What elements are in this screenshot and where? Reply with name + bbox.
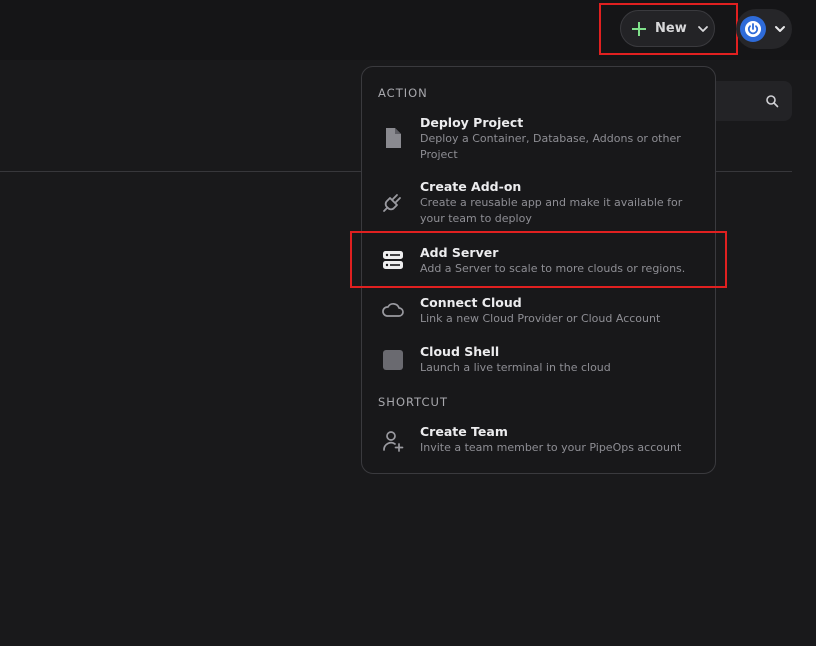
account-menu-button[interactable] (736, 9, 792, 49)
chevron-down-icon (697, 25, 708, 32)
user-plus-icon (383, 431, 404, 452)
menu-item-create-team[interactable]: Create Team Invite a team member to your… (362, 422, 715, 462)
section-label-action: ACTION (378, 86, 428, 100)
plus-icon (632, 21, 646, 36)
file-icon (386, 128, 401, 148)
chevron-down-icon (775, 26, 785, 32)
menu-item-connect-cloud[interactable]: Connect Cloud Link a new Cloud Provider … (362, 293, 715, 333)
search-icon[interactable] (765, 94, 779, 108)
menu-item-description: Deploy a Container, Database, Addons or … (420, 132, 681, 161)
menu-item-title: Add Server (420, 245, 499, 260)
menu-item-title: Cloud Shell (420, 344, 500, 359)
menu-item-title: Create Add-on (420, 179, 522, 194)
menu-item-description: Add a Server to scale to more clouds or … (420, 262, 686, 275)
new-button[interactable]: New (620, 10, 715, 47)
server-icon (383, 251, 403, 269)
terminal-icon (383, 350, 403, 370)
menu-item-description: Invite a team member to your PipeOps acc… (420, 441, 682, 454)
menu-item-title: Deploy Project (420, 115, 524, 130)
menu-item-description: Create a reusable app and make it availa… (420, 196, 683, 225)
menu-item-description: Launch a live terminal in the cloud (420, 361, 611, 374)
menu-item-title: Connect Cloud (420, 295, 522, 310)
power-icon (745, 21, 761, 37)
menu-item-description: Link a new Cloud Provider or Cloud Accou… (420, 312, 661, 325)
avatar (740, 16, 766, 42)
menu-item-cloud-shell[interactable]: Cloud Shell Launch a live terminal in th… (362, 342, 715, 382)
new-dropdown-menu: ACTION Deploy Project Deploy a Container… (361, 66, 716, 474)
menu-item-title: Create Team (420, 424, 508, 439)
section-label-shortcut: SHORTCUT (378, 395, 448, 409)
plug-icon (383, 194, 401, 212)
new-button-label: New (655, 21, 687, 36)
cloud-icon (382, 303, 404, 317)
menu-item-deploy-project[interactable]: Deploy Project Deploy a Container, Datab… (362, 113, 715, 165)
menu-item-add-server[interactable]: Add Server Add a Server to scale to more… (362, 241, 715, 281)
menu-item-create-add-on[interactable]: Create Add-on Create a reusable app and … (362, 177, 715, 229)
